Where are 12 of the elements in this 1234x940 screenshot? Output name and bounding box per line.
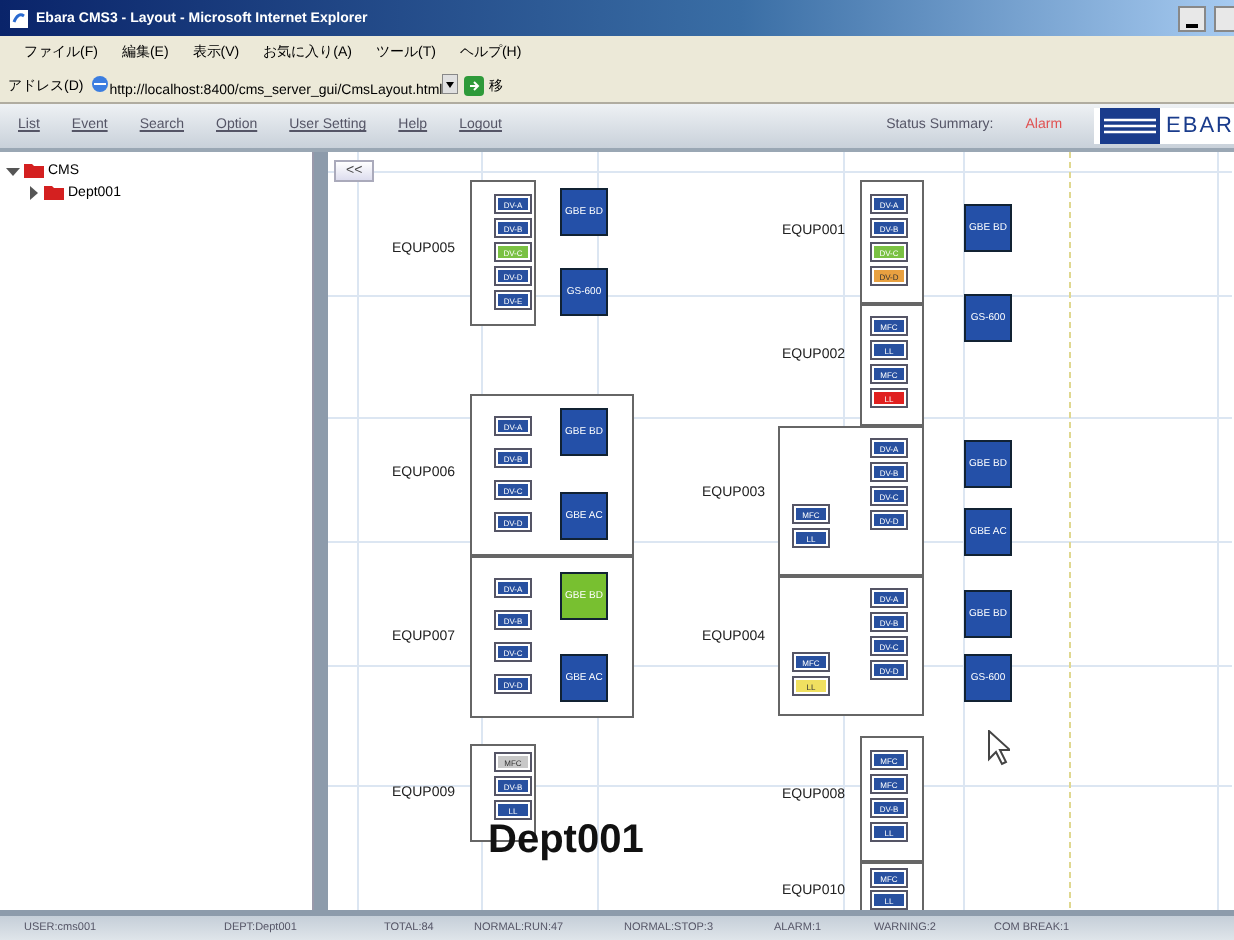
minimize-icon: [1186, 23, 1198, 27]
browser-icon: [8, 7, 30, 29]
maximize-button[interactable]: [1214, 5, 1234, 31]
department-title: Dept001: [488, 817, 644, 864]
expand-toggle-icon[interactable]: [6, 163, 20, 178]
page-icon: [89, 73, 110, 93]
arrow-icon: [464, 75, 485, 95]
dropdown-icon[interactable]: [442, 73, 459, 93]
minimize-button[interactable]: [1178, 5, 1206, 31]
logo-text: EBAR: [1166, 113, 1234, 138]
expand-toggle-icon[interactable]: [26, 185, 40, 200]
mouse-pointer-icon: [988, 729, 1010, 766]
